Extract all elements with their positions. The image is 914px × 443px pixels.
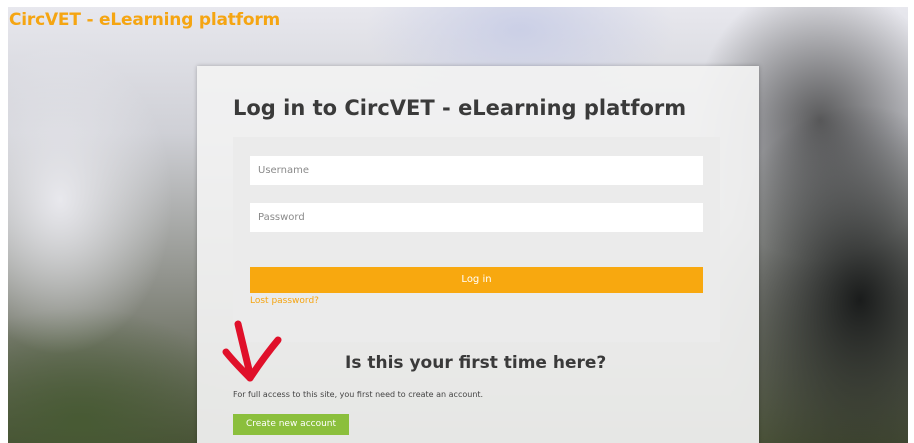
page-border-top <box>0 0 914 7</box>
login-button[interactable]: Log in <box>250 267 703 293</box>
signup-description: For full access to this site, you first … <box>233 390 484 399</box>
login-form: Log in Lost password? <box>233 137 720 342</box>
login-title: Log in to CircVET - eLearning platform <box>233 96 687 120</box>
password-input[interactable] <box>250 203 703 232</box>
username-input[interactable] <box>250 156 703 185</box>
page-border-right <box>908 0 914 443</box>
first-time-heading: Is this your first time here? <box>345 353 607 373</box>
red-arrow-icon <box>222 320 282 382</box>
page-border-left <box>0 0 8 443</box>
create-account-button[interactable]: Create new account <box>233 414 349 435</box>
lost-password-link[interactable]: Lost password? <box>250 296 319 306</box>
site-title-link[interactable]: CircVET - eLearning platform <box>9 10 280 30</box>
